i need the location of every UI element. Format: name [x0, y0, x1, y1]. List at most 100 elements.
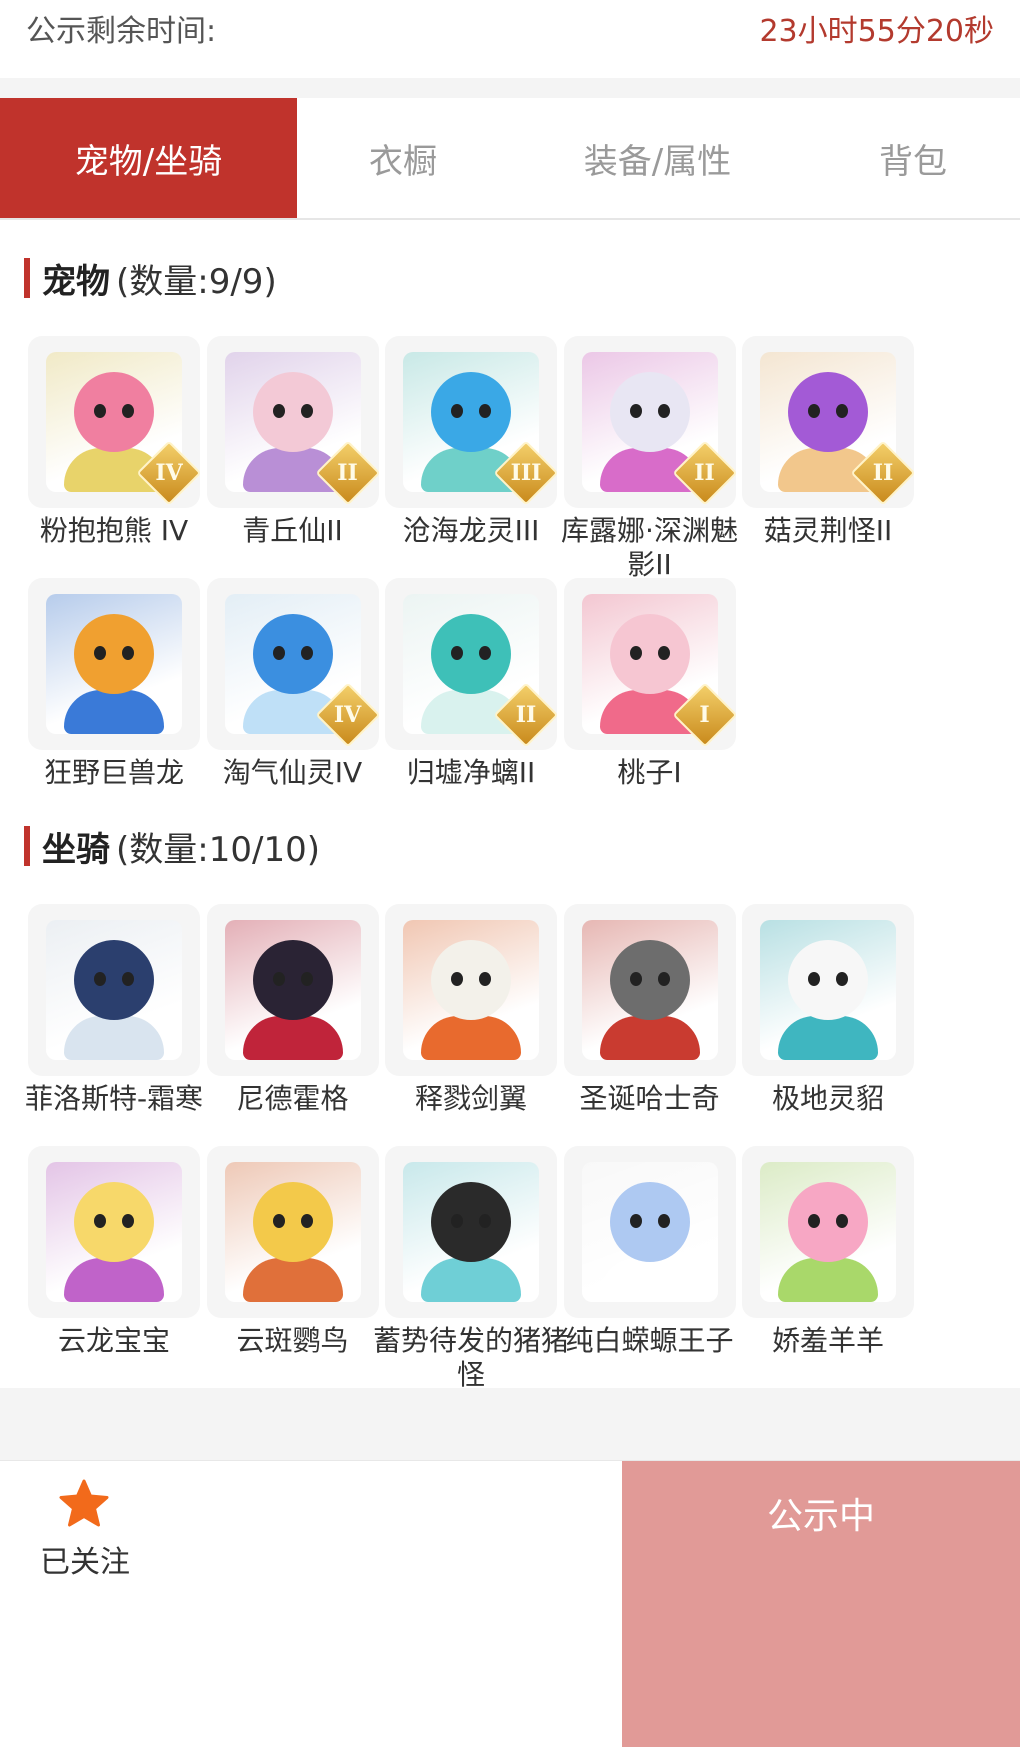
pet-thumbnail: IV [206, 578, 379, 750]
tab-pets-mounts[interactable]: 宠物/坐骑 [0, 98, 297, 218]
tab-backpack[interactable]: 背包 [806, 98, 1020, 218]
character-head [609, 940, 690, 1020]
character-eye [122, 404, 134, 418]
grade-badge-text: II [515, 702, 537, 728]
character-eye [94, 646, 106, 660]
mount-name: 云斑鹦鸟 [236, 1324, 349, 1357]
character-body [599, 1258, 700, 1302]
pet-card[interactable]: II 库露娜·深渊魅影II [561, 336, 739, 582]
mount-thumbnail [206, 904, 379, 1076]
character-eye [629, 404, 642, 418]
grade-badge-text: I [699, 702, 710, 728]
mount-card[interactable]: 云斑鹦鸟 [204, 1146, 382, 1358]
pets-count: (数量:9/9) [116, 261, 277, 302]
mount-thumbnail [385, 1146, 557, 1318]
mount-name: 圣诞哈士奇 [579, 1082, 720, 1115]
section-marker [24, 826, 30, 866]
pet-name: 库露娜·深渊魅影II [561, 514, 738, 581]
character-eye [836, 404, 848, 418]
character-eye [300, 972, 313, 986]
tab-equipment-attributes[interactable]: 装备/属性 [509, 98, 806, 218]
character-eye [479, 972, 491, 986]
pet-thumbnail: II [742, 336, 914, 508]
character-eye [657, 404, 670, 418]
pet-name: 归墟净螭II [406, 756, 536, 789]
character-body [64, 690, 164, 734]
character-illustration [46, 920, 182, 1060]
pet-card[interactable]: III 沧海龙灵III [382, 336, 560, 548]
countdown-bar: 公示剩余时间: 23小时55分20秒 [0, 0, 1020, 78]
character-head [431, 372, 511, 452]
mount-card[interactable]: 云龙宝宝 [25, 1146, 203, 1358]
character-head [252, 940, 333, 1020]
publicity-status-button[interactable]: 公示中 [622, 1461, 1020, 1747]
pet-card[interactable]: IV 粉抱抱熊 IV [25, 336, 203, 548]
character-eye [94, 972, 106, 986]
character-eye [122, 1214, 134, 1228]
countdown-label: 公示剩余时间: [26, 14, 217, 49]
character-eye [272, 646, 285, 660]
mount-card[interactable]: 纯白蝾螈王子 [561, 1146, 739, 1358]
publicity-status-label: 公示中 [766, 1496, 875, 1537]
pet-thumbnail [28, 578, 200, 750]
countdown-value: 23小时55分20秒 [759, 14, 994, 49]
pet-name: 狂野巨兽龙 [43, 756, 184, 789]
character-head [788, 372, 868, 452]
pet-thumbnail: III [385, 336, 557, 508]
character-body [421, 1258, 521, 1302]
mount-card[interactable]: 圣诞哈士奇 [561, 904, 739, 1116]
mount-thumbnail [742, 1146, 914, 1318]
character-eye [657, 972, 670, 986]
grade-badge-text: II [872, 460, 894, 486]
character-body [599, 1016, 700, 1060]
mount-thumbnail [206, 1146, 379, 1318]
pet-card[interactable]: 狂野巨兽龙 [25, 578, 203, 790]
mount-card[interactable]: 娇羞羊羊 [739, 1146, 917, 1358]
mount-name: 尼德霍格 [236, 1082, 349, 1115]
mount-card[interactable]: 极地灵貂 [739, 904, 917, 1116]
character-head [609, 614, 690, 694]
character-body [242, 1016, 343, 1060]
pet-thumbnail: II [385, 578, 557, 750]
mount-card[interactable]: 菲洛斯特-霜寒 [25, 904, 203, 1116]
character-illustration [403, 920, 539, 1060]
character-head [74, 614, 154, 694]
character-eye [272, 404, 285, 418]
character-illustration [224, 920, 361, 1060]
character-eye [808, 1214, 820, 1228]
character-eye [479, 1214, 491, 1228]
character-body [778, 1016, 878, 1060]
grade-badge-text: III [510, 460, 542, 486]
grade-badge-text: II [694, 460, 715, 486]
pet-thumbnail: II [563, 336, 736, 508]
divider [0, 78, 1020, 98]
mount-thumbnail [28, 1146, 200, 1318]
character-illustration [224, 1162, 361, 1302]
mount-card[interactable]: 蓄势待发的猪猪怪 [373, 1146, 569, 1392]
mounts-title: 坐骑 [42, 829, 110, 870]
pet-card[interactable]: II 菇灵荆怪II [739, 336, 917, 548]
mount-name: 娇羞羊羊 [771, 1324, 884, 1357]
character-illustration [760, 920, 896, 1060]
character-eye [300, 646, 313, 660]
character-eye [629, 1214, 642, 1228]
character-illustration [403, 1162, 539, 1302]
mounts-count: (数量:10/10) [116, 829, 320, 870]
pet-card[interactable]: II 青丘仙II [204, 336, 382, 548]
character-eye [122, 972, 134, 986]
character-eye [300, 1214, 313, 1228]
follow-button[interactable]: 已关注 [30, 1479, 150, 1580]
mount-card[interactable]: 尼德霍格 [204, 904, 382, 1116]
tab-wardrobe[interactable]: 衣橱 [297, 98, 509, 218]
follow-label: 已关注 [40, 1545, 130, 1580]
pet-thumbnail: IV [28, 336, 200, 508]
grade-badge-text: II [337, 460, 358, 486]
pet-name: 淘气仙灵IV [222, 756, 363, 789]
pet-card[interactable]: II 归墟净螭II [382, 578, 560, 790]
character-head [252, 1182, 333, 1262]
mount-card[interactable]: 释戮剑翼 [382, 904, 560, 1116]
pet-card[interactable]: I 桃子I [561, 578, 739, 790]
character-eye [479, 646, 491, 660]
pet-card[interactable]: IV 淘气仙灵IV [204, 578, 382, 790]
character-eye [122, 646, 134, 660]
